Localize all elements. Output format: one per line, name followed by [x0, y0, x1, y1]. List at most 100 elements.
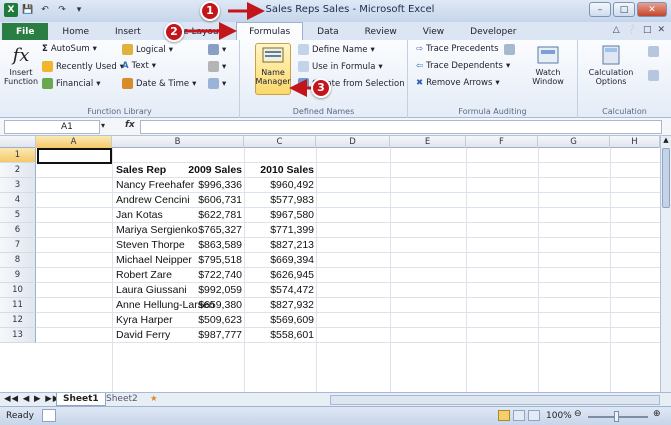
insert-function-fx-icon[interactable]: fx	[125, 120, 135, 130]
remove-arrows-button[interactable]: ✖ Remove Arrows ▾	[416, 78, 500, 88]
sales-2010-cell[interactable]: $827,213	[246, 238, 314, 253]
sales-2009-cell[interactable]: $996,336	[174, 178, 242, 193]
sales-2010-cell[interactable]: $569,609	[246, 313, 314, 328]
show-formulas-button[interactable]	[504, 44, 515, 55]
name-box[interactable]: A1	[4, 120, 100, 134]
row-header[interactable]: 12	[0, 313, 36, 328]
autosum-button[interactable]: Σ AutoSum ▾	[42, 44, 97, 54]
lookup-reference-button[interactable]: ▾	[208, 44, 226, 55]
tab-developer[interactable]: Developer	[458, 23, 528, 40]
sales-2010-cell[interactable]: $827,932	[246, 298, 314, 313]
logical-button[interactable]: Logical ▾	[122, 44, 173, 55]
restore-window-icon[interactable]: □	[643, 25, 652, 35]
zoom-level[interactable]: 100%	[546, 411, 572, 421]
column-header-g[interactable]: G	[538, 136, 610, 148]
customize-qat-icon[interactable]: ▾	[72, 3, 86, 17]
horizontal-scrollbar[interactable]	[330, 395, 660, 405]
close-button[interactable]: ✕	[637, 2, 667, 17]
define-name-button[interactable]: Define Name ▾	[298, 44, 375, 55]
sales-2009-cell[interactable]: $765,327	[174, 223, 242, 238]
zoom-in-icon[interactable]: ⊕	[653, 409, 661, 419]
redo-icon[interactable]: ↷	[55, 3, 69, 17]
scroll-up-icon[interactable]: ▲	[661, 136, 671, 146]
math-trig-button[interactable]: ▾	[208, 61, 226, 72]
column-header-b[interactable]: B	[112, 136, 244, 148]
financial-button[interactable]: Financial ▾	[42, 78, 101, 89]
sales-2009-cell[interactable]: 2009 Sales	[174, 163, 242, 178]
row-header[interactable]: 11	[0, 298, 36, 313]
close-workbook-icon[interactable]: ✕	[657, 25, 665, 35]
row-header[interactable]: 7	[0, 238, 36, 253]
sales-2010-cell[interactable]: 2010 Sales	[246, 163, 314, 178]
sales-2010-cell[interactable]: $960,492	[246, 178, 314, 193]
zoom-out-icon[interactable]: ⊖	[574, 409, 582, 419]
tab-data[interactable]: Data	[305, 23, 351, 40]
column-header-c[interactable]: C	[244, 136, 316, 148]
sales-2009-cell[interactable]: $722,740	[174, 268, 242, 283]
page-break-view-icon[interactable]	[528, 410, 540, 421]
save-icon[interactable]: 💾	[21, 3, 35, 17]
column-header-e[interactable]: E	[390, 136, 466, 148]
trace-precedents-button[interactable]: ⇨ Trace Precedents	[416, 44, 499, 54]
tab-view[interactable]: View	[411, 23, 456, 40]
macro-record-icon[interactable]	[42, 409, 56, 422]
sales-2009-cell[interactable]: $659,380	[174, 298, 242, 313]
sales-2010-cell[interactable]: $626,945	[246, 268, 314, 283]
worksheet-grid[interactable]: A B C D E F G H 1 2 Sales Rep 2009 Sales 201…	[0, 136, 660, 392]
excel-logo-icon[interactable]: X	[4, 3, 18, 17]
column-header-f[interactable]: F	[466, 136, 538, 148]
tab-review[interactable]: Review	[353, 23, 409, 40]
column-header-a[interactable]: A	[36, 136, 112, 148]
row-header[interactable]: 1	[0, 148, 36, 163]
row-header[interactable]: 3	[0, 178, 36, 193]
name-manager-button[interactable]: Name Manager	[255, 43, 291, 95]
sales-2009-cell[interactable]: $622,781	[174, 208, 242, 223]
minimize-button[interactable]: –	[589, 2, 611, 17]
row-header[interactable]: 5	[0, 208, 36, 223]
sales-2010-cell[interactable]: $574,472	[246, 283, 314, 298]
zoom-slider-thumb[interactable]	[614, 411, 619, 422]
sales-2009-cell[interactable]: $987,777	[174, 328, 242, 343]
minimize-ribbon-icon[interactable]: △	[613, 25, 620, 35]
tab-insert[interactable]: Insert	[103, 23, 153, 40]
row-header[interactable]: 8	[0, 253, 36, 268]
sales-2009-cell[interactable]: $606,731	[174, 193, 242, 208]
more-functions-button[interactable]: ▾	[208, 78, 226, 89]
sales-2010-cell[interactable]: $577,983	[246, 193, 314, 208]
row-header[interactable]: 6	[0, 223, 36, 238]
text-button[interactable]: A Text ▾	[122, 61, 156, 71]
name-box-chevron-icon[interactable]: ▾	[101, 121, 105, 130]
sales-2009-cell[interactable]: $795,518	[174, 253, 242, 268]
row-header[interactable]: 2	[0, 163, 36, 178]
help-icon[interactable]: ❔	[626, 25, 637, 35]
sales-2009-cell[interactable]: $863,589	[174, 238, 242, 253]
date-time-button[interactable]: Date & Time ▾	[122, 78, 196, 89]
sales-2010-cell[interactable]: $558,601	[246, 328, 314, 343]
calculation-options-button[interactable]: Calculation Options	[586, 44, 636, 86]
column-header-h[interactable]: H	[610, 136, 660, 148]
row-header[interactable]: 13	[0, 328, 36, 343]
tab-formulas[interactable]: Formulas	[236, 22, 304, 40]
insert-function-button[interactable]: fx Insert Function	[4, 44, 38, 86]
sheet-tab-sheet2[interactable]: Sheet2	[100, 393, 144, 406]
normal-view-icon[interactable]	[498, 410, 510, 421]
undo-icon[interactable]: ↶	[38, 3, 52, 17]
formula-input[interactable]	[140, 120, 662, 134]
recently-used-button[interactable]: Recently Used ▾	[42, 61, 124, 72]
sales-2009-cell[interactable]: $509,623	[174, 313, 242, 328]
column-header-d[interactable]: D	[316, 136, 390, 148]
use-in-formula-button[interactable]: Use in Formula ▾	[298, 61, 383, 72]
row-header[interactable]: 9	[0, 268, 36, 283]
sales-2009-cell[interactable]: $992,059	[174, 283, 242, 298]
page-layout-view-icon[interactable]	[513, 410, 525, 421]
trace-dependents-button[interactable]: ⇦ Trace Dependents ▾	[416, 61, 510, 71]
maximize-button[interactable]: □	[613, 2, 635, 17]
sales-2010-cell[interactable]: $771,399	[246, 223, 314, 238]
tab-home[interactable]: Home	[50, 23, 101, 40]
sheet-nav-icons[interactable]: ◀◀ ◀ ▶ ▶▶	[4, 394, 60, 404]
sheet-tab-sheet1[interactable]: Sheet1	[56, 393, 106, 406]
vertical-scrollbar[interactable]: ▲	[660, 136, 671, 392]
calculate-sheet-button[interactable]	[648, 70, 659, 81]
row-header[interactable]: 4	[0, 193, 36, 208]
row-header[interactable]: 10	[0, 283, 36, 298]
